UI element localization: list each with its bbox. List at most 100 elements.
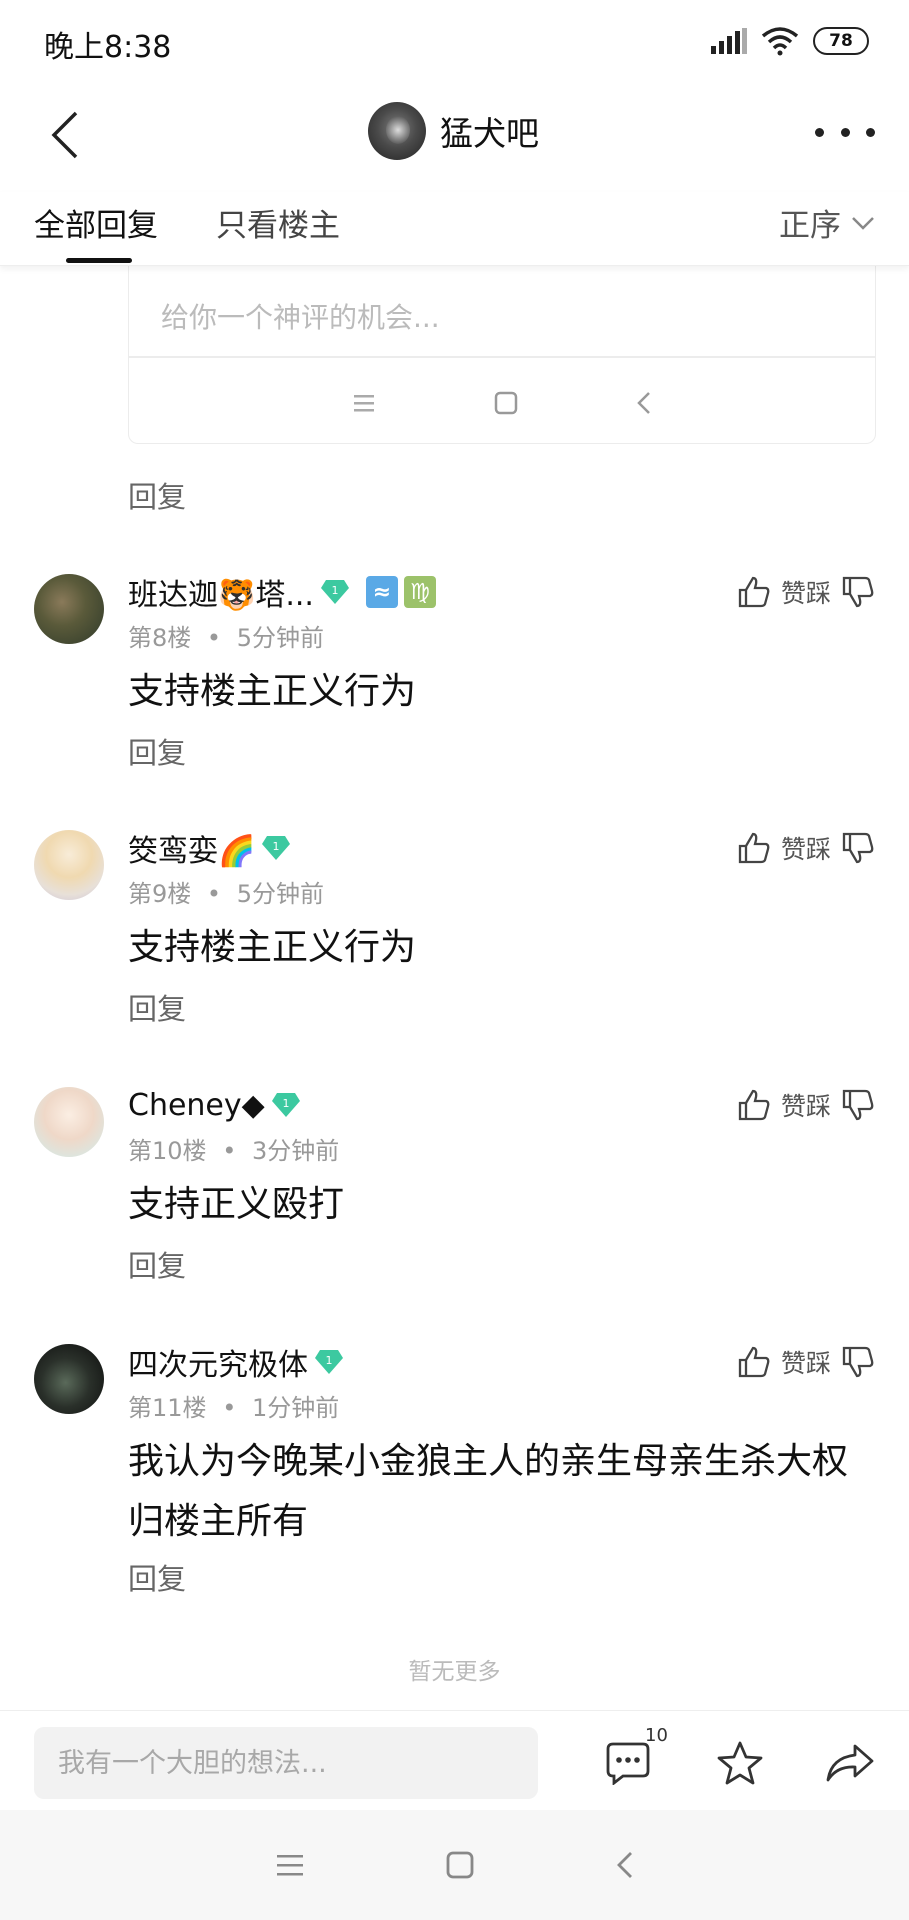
reply-link[interactable]: 回复 bbox=[128, 474, 186, 516]
sort-label: 正序 bbox=[779, 208, 841, 244]
no-more-text: 暂无更多 bbox=[408, 1659, 501, 1685]
floor-number: 第9楼 bbox=[128, 880, 192, 908]
svg-text:1: 1 bbox=[331, 584, 338, 597]
menu-icon bbox=[354, 395, 374, 412]
menu-icon[interactable] bbox=[275, 1852, 305, 1878]
separator: • bbox=[206, 880, 222, 908]
comment-meta: 第10楼 • 3分钟前 bbox=[128, 1131, 339, 1166]
sort-dropdown[interactable]: 正序 bbox=[779, 200, 875, 245]
reply-link[interactable]: 回复 bbox=[128, 986, 186, 1028]
avatar[interactable] bbox=[34, 1344, 104, 1414]
forum-title: 猛犬吧 bbox=[440, 114, 539, 153]
user-row: 四次元究极体 1 bbox=[128, 1340, 344, 1384]
svg-text:1: 1 bbox=[282, 1097, 289, 1110]
dot-icon bbox=[815, 127, 824, 137]
timestamp: 3分钟前 bbox=[251, 1137, 340, 1165]
vote-label: 赞踩 bbox=[780, 835, 831, 864]
reply-card-input[interactable]: 给你一个神评的机会... bbox=[161, 296, 440, 336]
forum-avatar bbox=[368, 102, 426, 160]
avatar[interactable] bbox=[34, 574, 104, 644]
comment-input[interactable] bbox=[34, 1727, 538, 1799]
active-tab-indicator bbox=[66, 258, 132, 263]
vote-group: 赞踩 bbox=[737, 1083, 875, 1127]
comment-bubble-icon bbox=[606, 1742, 650, 1785]
user-row: 班达迦🐯塔... 1 ≈ ♍ bbox=[128, 570, 436, 614]
top-header: 猛犬吧 bbox=[0, 82, 909, 192]
username[interactable]: Cheney◆ bbox=[128, 1088, 265, 1123]
username[interactable]: 四次元究极体 bbox=[128, 1340, 308, 1384]
chevron-left-icon bbox=[637, 392, 650, 414]
chevron-left-icon bbox=[51, 111, 78, 159]
comment-meta: 第11楼 • 1分钟前 bbox=[128, 1388, 339, 1423]
thumbs-up-icon[interactable] bbox=[737, 831, 771, 865]
forum-title-group[interactable]: 猛犬吧 bbox=[368, 96, 539, 166]
vote-group: 赞踩 bbox=[737, 570, 875, 614]
comment-text: 支持正义殴打 bbox=[128, 1184, 345, 1225]
level-gem-icon: 1 bbox=[320, 580, 349, 604]
thumbs-down-icon[interactable] bbox=[841, 1345, 875, 1379]
vote-label: 赞踩 bbox=[780, 1092, 831, 1121]
battery-indicator: 78 bbox=[813, 27, 869, 55]
chevron-down-icon bbox=[852, 216, 874, 230]
reply-link[interactable]: 回复 bbox=[128, 1243, 186, 1285]
comment-text: 支持楼主正义行为 bbox=[128, 927, 417, 968]
vote-group: 赞踩 bbox=[737, 826, 875, 870]
dot-icon bbox=[866, 127, 875, 137]
floor-number: 第10楼 bbox=[128, 1137, 207, 1165]
timestamp: 5分钟前 bbox=[236, 624, 324, 652]
divider bbox=[129, 356, 875, 358]
avatar[interactable] bbox=[34, 1087, 104, 1157]
thumbs-down-icon[interactable] bbox=[841, 575, 875, 609]
aquarius-icon: ≈ bbox=[365, 576, 398, 608]
comment-meta: 第9楼 • 5分钟前 bbox=[128, 874, 324, 909]
thumbs-up-icon[interactable] bbox=[737, 1088, 771, 1122]
reply-link[interactable]: 回复 bbox=[128, 730, 186, 772]
tab-owner-only[interactable]: 只看楼主 bbox=[216, 200, 340, 245]
timestamp: 5分钟前 bbox=[236, 880, 324, 908]
square-icon bbox=[494, 391, 518, 415]
floor-number: 第11楼 bbox=[128, 1394, 207, 1422]
thumbs-down-icon[interactable] bbox=[841, 831, 875, 865]
timestamp: 1分钟前 bbox=[251, 1394, 340, 1422]
comment-text: 我认为今晚某小金狼主人的亲生母亲生杀大权归楼主所有 bbox=[128, 1441, 849, 1542]
home-square-icon[interactable] bbox=[445, 1850, 475, 1880]
back-chevron-icon[interactable] bbox=[615, 1850, 635, 1880]
status-icons: 78 bbox=[711, 22, 869, 60]
thumbs-down-icon[interactable] bbox=[841, 1088, 875, 1122]
level-gem-icon: 1 bbox=[315, 1350, 343, 1374]
username[interactable]: 班达迦🐯塔... bbox=[128, 570, 314, 614]
avatar[interactable] bbox=[34, 830, 104, 900]
reply-link[interactable]: 回复 bbox=[128, 1556, 186, 1598]
embedded-reply-card: 给你一个神评的机会... bbox=[128, 266, 876, 444]
status-bar: 晚上8:38 78 bbox=[0, 0, 909, 82]
separator: • bbox=[222, 1137, 237, 1165]
vote-group: 赞踩 bbox=[737, 1340, 875, 1384]
svg-text:1: 1 bbox=[273, 840, 280, 853]
virgo-icon: ♍ bbox=[403, 576, 436, 608]
status-time: 晚上8:38 bbox=[44, 30, 172, 65]
vote-label: 赞踩 bbox=[780, 579, 831, 608]
system-navigation-bar bbox=[0, 1810, 909, 1920]
floor-number: 第8楼 bbox=[128, 624, 192, 652]
share-button[interactable] bbox=[820, 1733, 880, 1793]
favorite-button[interactable] bbox=[710, 1733, 770, 1793]
signal-icon bbox=[711, 28, 747, 54]
level-gem-icon: 1 bbox=[262, 836, 291, 860]
separator: • bbox=[206, 624, 222, 652]
reply-filter-tabs: 全部回复 只看楼主 正序 bbox=[0, 192, 909, 266]
wifi-icon bbox=[761, 27, 799, 56]
vote-label: 赞踩 bbox=[780, 1349, 831, 1378]
username[interactable]: 筊鸾娈🌈 bbox=[128, 826, 255, 870]
bottom-action-bar: 10 bbox=[0, 1710, 909, 1810]
user-row: Cheney◆ 1 bbox=[128, 1085, 301, 1125]
share-icon bbox=[826, 1744, 874, 1782]
more-options-button[interactable] bbox=[815, 112, 875, 152]
svg-text:1: 1 bbox=[326, 1354, 333, 1367]
thumbs-up-icon[interactable] bbox=[737, 575, 771, 609]
tab-all-replies[interactable]: 全部回复 bbox=[34, 200, 158, 245]
comment-count-badge: 10 bbox=[645, 1725, 668, 1746]
thumbs-up-icon[interactable] bbox=[737, 1345, 771, 1379]
back-button[interactable] bbox=[40, 100, 90, 170]
user-row: 筊鸾娈🌈 1 bbox=[128, 826, 291, 870]
comment-text: 支持楼主正义行为 bbox=[128, 671, 417, 712]
